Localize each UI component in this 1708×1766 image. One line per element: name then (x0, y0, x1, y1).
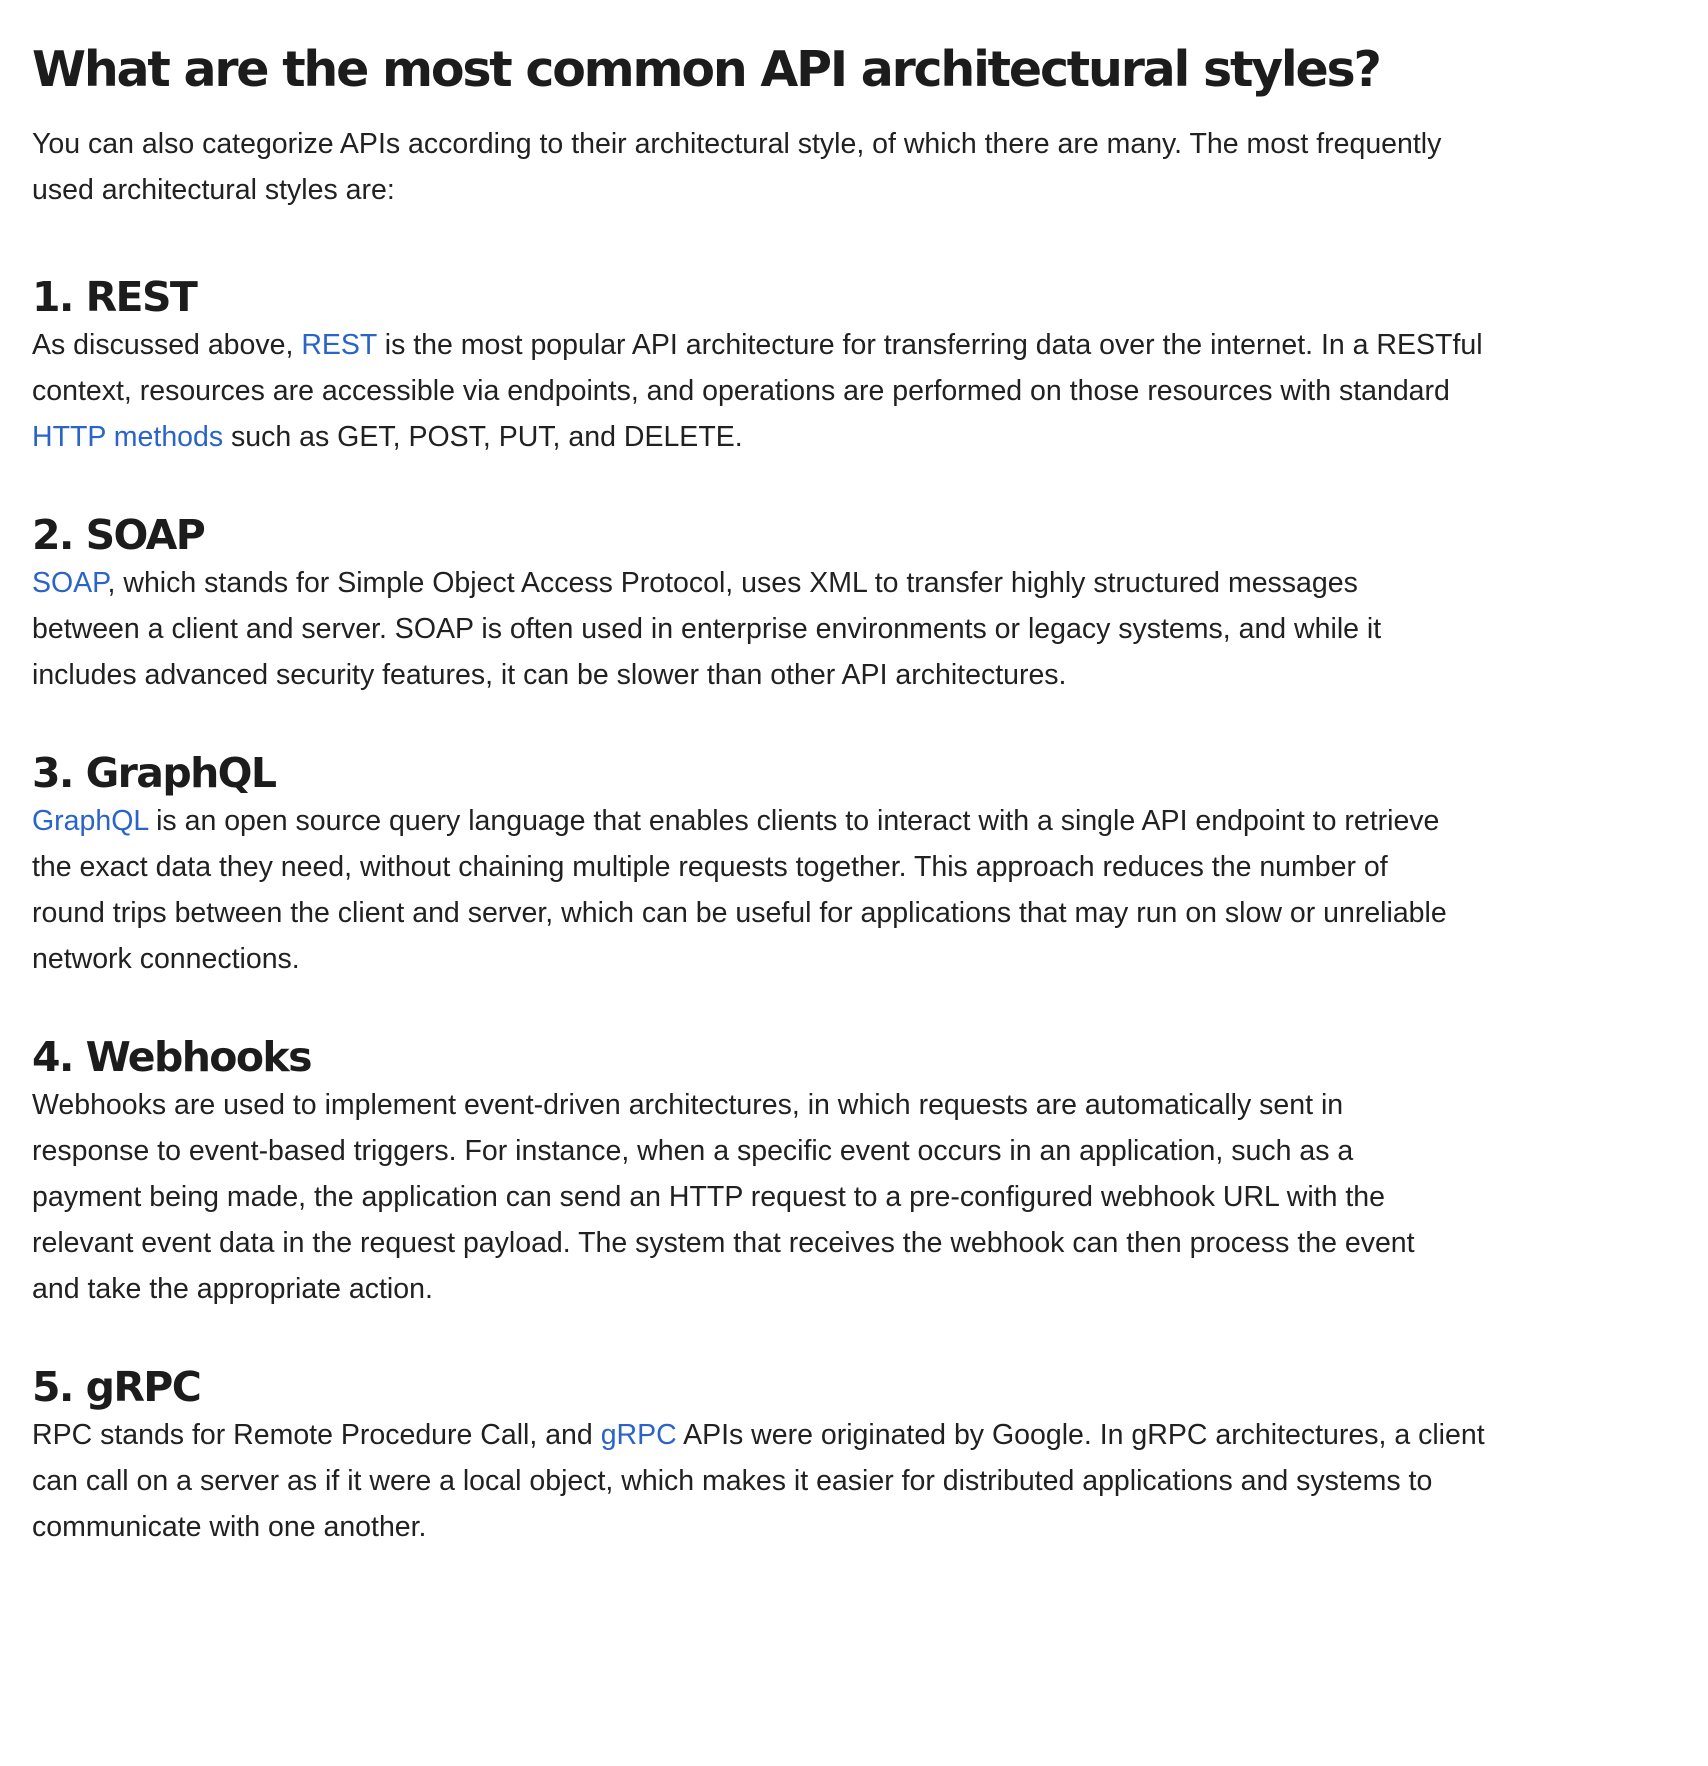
text-fragment: context, resources are accessible via en… (32, 375, 1450, 407)
text-fragment: RPC stands for Remote Procedure Call, an… (32, 1419, 601, 1451)
graphql-link[interactable]: GraphQL (32, 805, 148, 837)
text-fragment: response to event-based triggers. For in… (32, 1135, 1354, 1167)
section-body-rest: As discussed above, REST is the most pop… (32, 322, 1483, 460)
text-fragment: Webhooks are used to implement event-dri… (32, 1089, 1344, 1121)
intro-line-2: used architectural styles are: (32, 174, 395, 206)
section-grpc: 5. gRPC RPC stands for Remote Procedure … (32, 1362, 1485, 1550)
text-fragment: such as GET, POST, PUT, and DELETE. (223, 421, 743, 453)
section-heading-webhooks: 4. Webhooks (32, 1033, 312, 1081)
grpc-link[interactable]: gRPC (601, 1419, 677, 1451)
text-fragment: between a client and server. SOAP is oft… (32, 613, 1382, 645)
article: What are the most common API architectur… (32, 0, 1552, 1543)
section-rest: 1. REST As discussed above, REST is the … (32, 272, 1483, 460)
section-graphql: 3. GraphQL GraphQL is an open source que… (32, 748, 1447, 982)
text-fragment: APIs were originated by Google. In gRPC … (676, 1419, 1485, 1451)
intro-line-1: You can also categorize APIs according t… (32, 128, 1442, 160)
text-fragment: can call on a server as if it were a loc… (32, 1465, 1433, 1497)
page-title: What are the most common API architectur… (32, 41, 1382, 98)
text-fragment: communicate with one another. (32, 1511, 427, 1543)
section-soap: 2. SOAP SOAP, which stands for Simple Ob… (32, 510, 1381, 698)
section-body-grpc: RPC stands for Remote Procedure Call, an… (32, 1412, 1485, 1550)
section-body-graphql: GraphQL is an open source query language… (32, 798, 1447, 982)
section-heading-soap: 2. SOAP (32, 511, 206, 559)
text-fragment: network connections. (32, 943, 300, 975)
text-fragment: relevant event data in the request paylo… (32, 1227, 1415, 1259)
http-methods-link[interactable]: HTTP methods (32, 421, 223, 453)
section-heading-graphql: 3. GraphQL (32, 749, 277, 797)
text-fragment: round trips between the client and serve… (32, 897, 1447, 929)
text-fragment: is the most popular API architecture for… (376, 329, 1483, 361)
section-heading-rest: 1. REST (32, 273, 198, 321)
section-body-soap: SOAP, which stands for Simple Object Acc… (32, 560, 1381, 698)
intro-paragraph: You can also categorize APIs according t… (32, 121, 1522, 213)
text-fragment: payment being made, the application can … (32, 1181, 1385, 1213)
section-heading-grpc: 5. gRPC (32, 1363, 202, 1411)
text-fragment: and take the appropriate action. (32, 1273, 433, 1305)
text-fragment: is an open source query language that en… (148, 805, 1440, 837)
text-fragment: , which stands for Simple Object Access … (107, 567, 1358, 599)
soap-link[interactable]: SOAP (32, 567, 108, 599)
rest-link[interactable]: REST (301, 329, 377, 361)
text-fragment: As discussed above, (32, 329, 302, 361)
section-webhooks: 4. Webhooks Webhooks are used to impleme… (32, 1032, 1415, 1312)
text-fragment: the exact data they need, without chaini… (32, 851, 1388, 883)
text-fragment: includes advanced security features, it … (32, 659, 1067, 691)
section-body-webhooks: Webhooks are used to implement event-dri… (32, 1082, 1415, 1312)
